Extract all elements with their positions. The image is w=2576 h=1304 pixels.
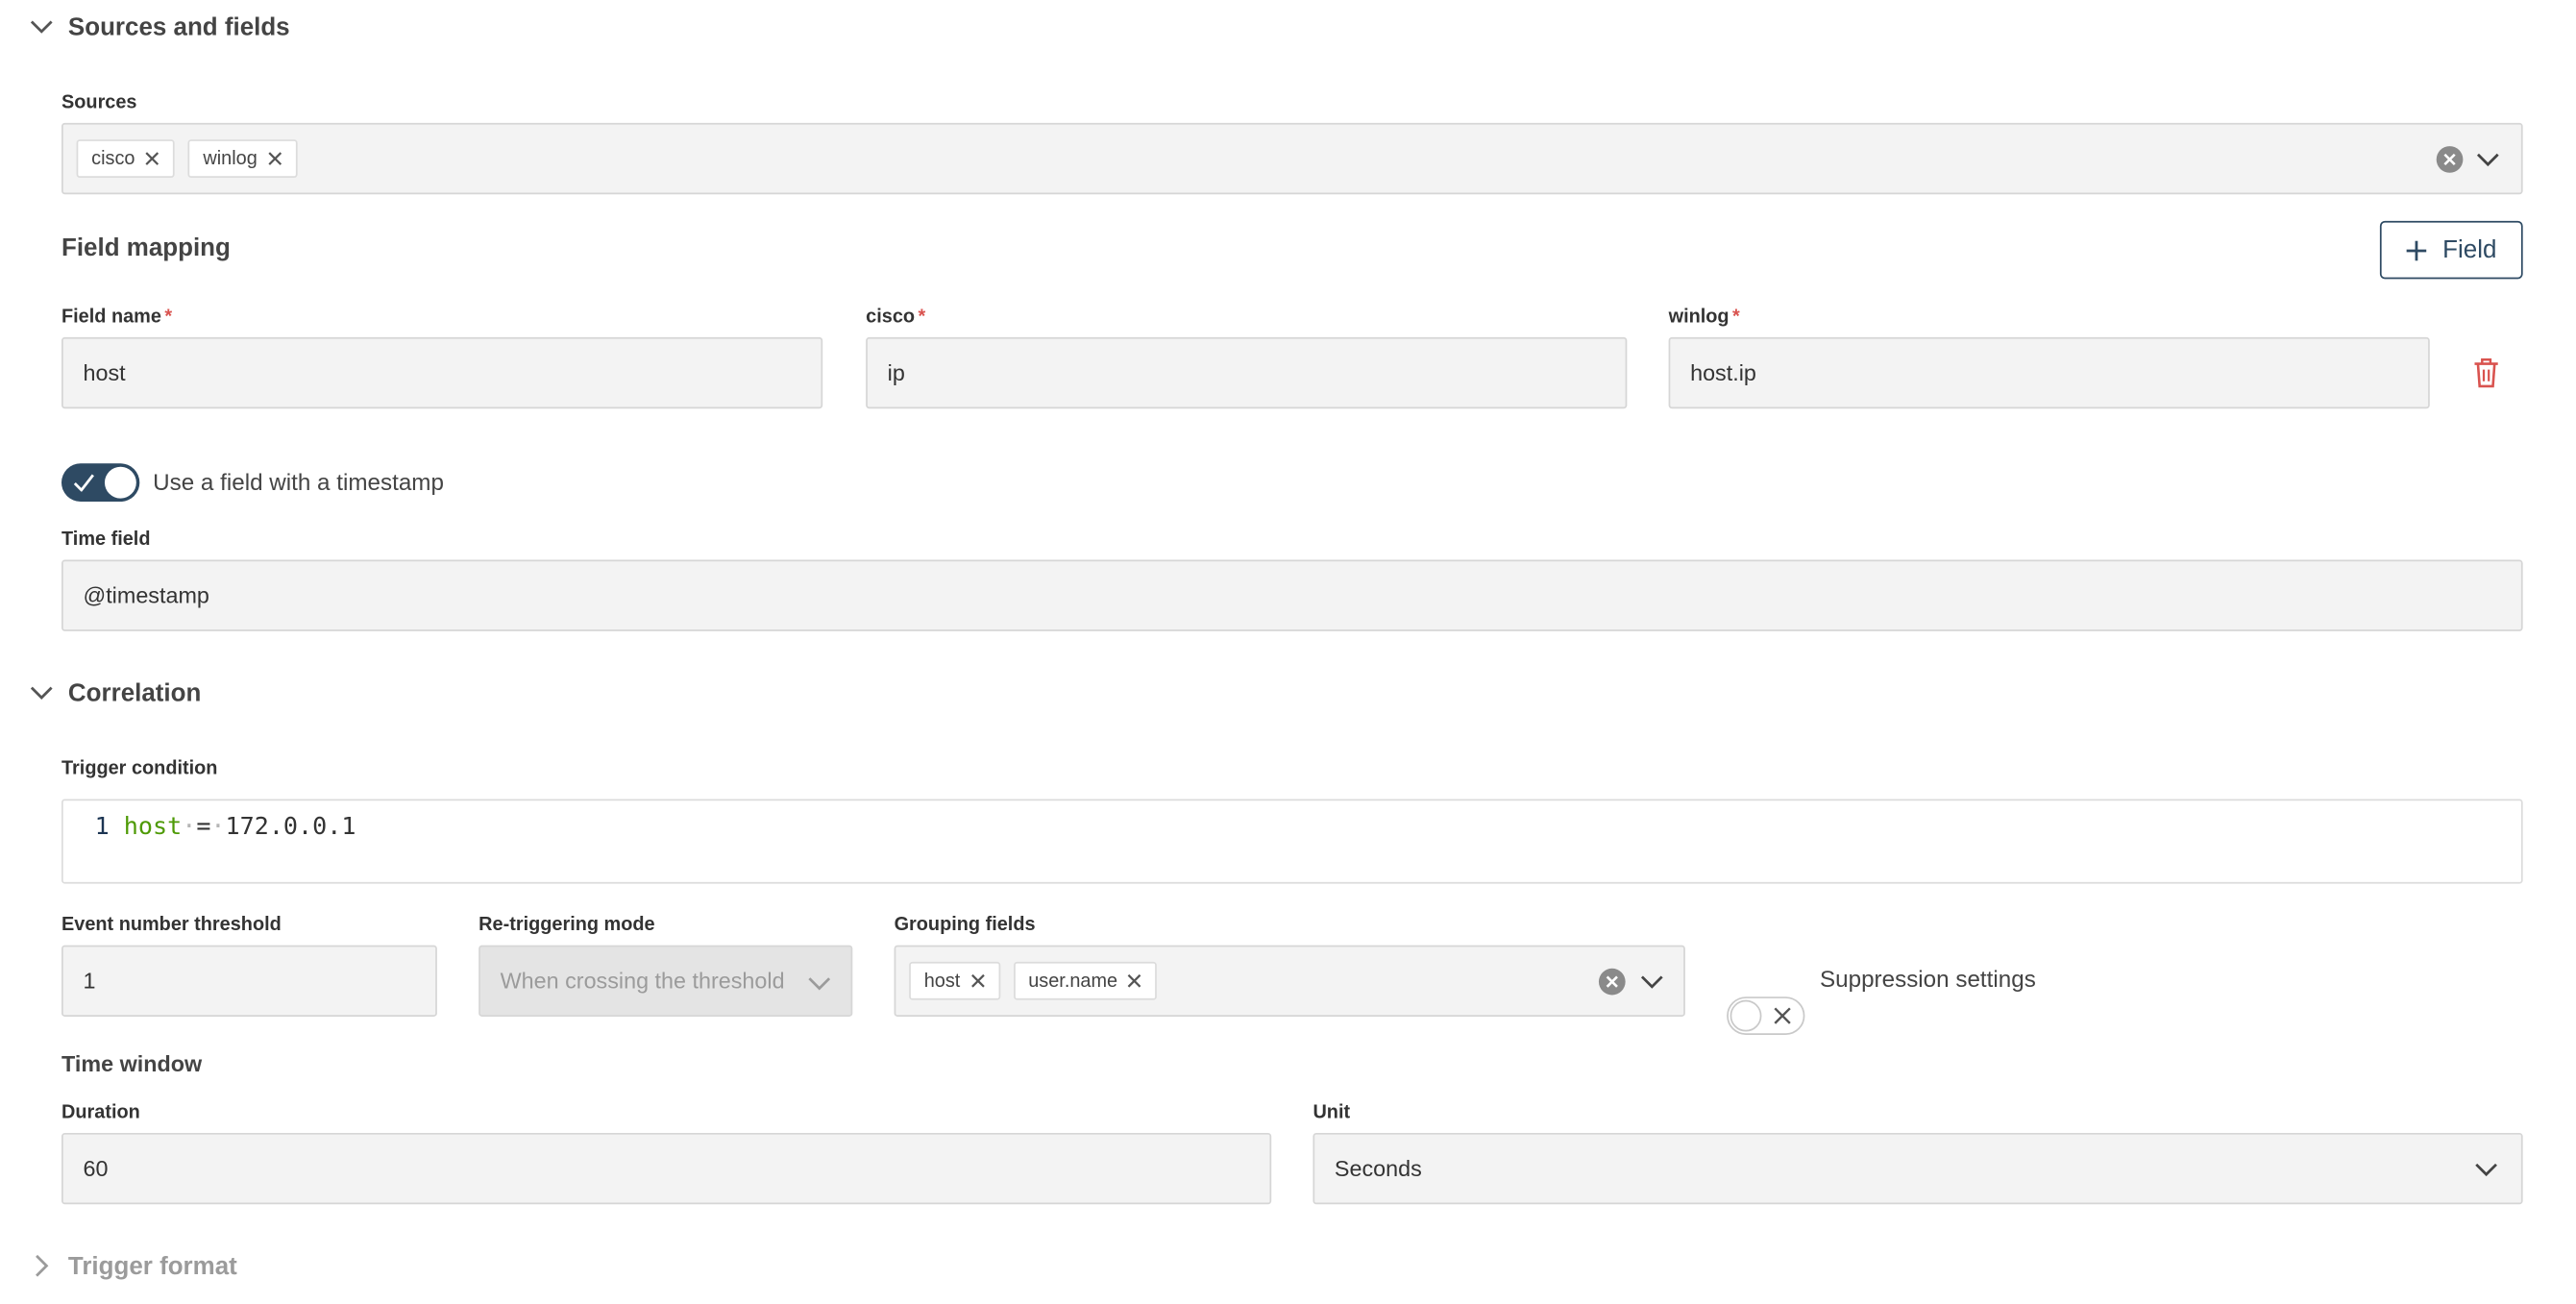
plus-icon (2406, 239, 2426, 260)
retrigger-label: Re-triggering mode (478, 915, 655, 936)
trigger-condition-label: Trigger condition (61, 758, 218, 779)
suppression-toggle[interactable] (1727, 996, 1805, 1035)
chip-label: user.name (1028, 971, 1118, 992)
suppression-label: Suppression settings (1819, 965, 2036, 993)
grouping-fields-select[interactable]: host user.name (894, 945, 1685, 1017)
chevron-down-icon (2475, 1163, 2497, 1177)
timestamp-toggle-label: Use a field with a timestamp (153, 468, 444, 496)
grouping-label: Grouping fields (894, 915, 1036, 936)
chip-label: cisco (91, 148, 135, 169)
remove-chip-icon[interactable] (970, 973, 986, 989)
correlation-section-header[interactable]: Correlation (30, 677, 528, 713)
grouping-chip: host (909, 961, 1000, 1000)
source-chip: winlog (187, 139, 298, 178)
code-field-token: host (123, 814, 183, 841)
section-title: Trigger format (67, 1252, 237, 1281)
winlog-label: winlog * (1668, 307, 1740, 328)
clear-all-icon[interactable] (1598, 968, 1626, 996)
close-icon (1774, 1007, 1791, 1024)
code-operator-token: = (196, 814, 211, 841)
field-mapping-title: Field mapping (61, 234, 231, 263)
remove-chip-icon[interactable] (1128, 973, 1143, 989)
sources-section-header[interactable]: Sources and fields (30, 10, 528, 46)
add-field-label: Field (2442, 235, 2497, 264)
time-window-title: Time window (61, 1051, 203, 1077)
trigger-format-section-header[interactable]: Trigger format (30, 1249, 528, 1286)
chevron-down-icon[interactable] (2476, 151, 2499, 167)
retrigger-value: When crossing the threshold (500, 968, 785, 994)
chip-label: host (923, 971, 961, 992)
section-title: Correlation (67, 679, 202, 708)
section-title: Sources and fields (67, 12, 290, 42)
trigger-condition-editor[interactable]: 1 host·=·172.0.0.1 (61, 799, 2523, 884)
required-marker: * (164, 307, 173, 328)
grouping-chip: user.name (1013, 961, 1158, 1000)
event-threshold-label: Event number threshold (61, 915, 282, 936)
check-icon (73, 474, 94, 492)
event-threshold-input[interactable]: 1 (61, 945, 437, 1017)
chevron-down-icon (30, 20, 53, 34)
clear-all-icon[interactable] (2436, 146, 2464, 173)
chevron-down-icon (808, 977, 831, 991)
required-marker: * (918, 307, 926, 328)
retrigger-select: When crossing the threshold (478, 945, 853, 1017)
field-name-label: Field name * (61, 307, 173, 328)
chevron-right-icon (36, 1254, 49, 1277)
timestamp-toggle[interactable] (61, 463, 140, 503)
chevron-down-icon (30, 686, 53, 700)
remove-chip-icon[interactable] (145, 151, 160, 166)
field-name-input[interactable]: host (61, 336, 823, 409)
toggle-knob (104, 466, 136, 499)
winlog-field-input[interactable]: host.ip (1668, 336, 2430, 409)
cisco-label: cisco * (866, 307, 926, 328)
required-marker: * (1732, 307, 1740, 328)
time-field-label: Time field (61, 529, 151, 551)
sources-label: Sources (61, 92, 137, 113)
duration-input[interactable]: 60 (61, 1132, 1272, 1205)
chevron-down-icon[interactable] (1640, 973, 1663, 990)
delete-row-icon[interactable] (2473, 357, 2500, 389)
source-chip: cisco (76, 139, 175, 178)
time-field-input[interactable]: @timestamp (61, 559, 2523, 631)
cisco-field-input[interactable]: ip (866, 336, 1628, 409)
unit-value: Seconds (1334, 1156, 1422, 1182)
duration-label: Duration (61, 1102, 140, 1123)
sources-select[interactable]: cisco winlog (61, 122, 2523, 195)
add-field-button[interactable]: Field (2379, 220, 2523, 280)
chip-label: winlog (203, 148, 258, 169)
unit-label: Unit (1313, 1102, 1351, 1123)
remove-chip-icon[interactable] (267, 151, 282, 166)
unit-select[interactable]: Seconds (1313, 1132, 2523, 1205)
code-line: 1 host·=·172.0.0.1 (94, 814, 356, 841)
code-value-token: 172.0.0.1 (225, 814, 356, 841)
line-number: 1 (94, 814, 110, 841)
toggle-knob (1730, 999, 1762, 1032)
